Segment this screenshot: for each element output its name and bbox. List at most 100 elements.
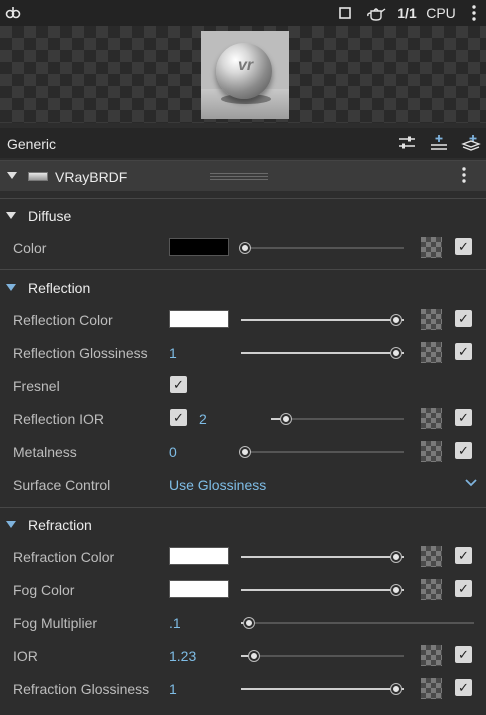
- stop-icon[interactable]: [337, 3, 353, 23]
- material-layer-row[interactable]: VRayBRDF: [0, 160, 486, 191]
- reflection-ior-checkbox[interactable]: ✓: [170, 409, 187, 426]
- param-label: Refraction Color: [13, 549, 115, 565]
- material-preview-thumbnail[interactable]: vr: [201, 31, 289, 119]
- section-label: Refraction: [28, 517, 92, 533]
- section-refraction[interactable]: Refraction: [0, 510, 486, 540]
- slider-knob[interactable]: [391, 552, 401, 562]
- section-label: Diffuse: [28, 208, 72, 224]
- slider-knob[interactable]: [281, 414, 291, 424]
- generic-title: Generic: [7, 136, 57, 152]
- param-label: Color: [13, 240, 47, 256]
- add-layer-icon[interactable]: [429, 134, 449, 152]
- enable-checkbox[interactable]: ✓: [455, 646, 472, 663]
- add-stack-icon[interactable]: [461, 134, 481, 152]
- refraction-glossiness-value[interactable]: 1: [169, 681, 177, 697]
- section-reflection[interactable]: Reflection: [0, 273, 486, 303]
- reflection-glossiness-value[interactable]: 1: [169, 345, 177, 361]
- reflection-color-slider[interactable]: [241, 315, 404, 325]
- vertical-dots-icon[interactable]: [458, 166, 470, 188]
- enable-checkbox[interactable]: ✓: [455, 679, 472, 696]
- ior-value[interactable]: 1.23: [169, 648, 196, 664]
- reflection-ior-row: Reflection IOR ✓ 2 ✓: [0, 404, 486, 434]
- ior-row: IOR 1.23 ✓: [0, 641, 486, 671]
- metalness-value[interactable]: 0: [169, 444, 177, 460]
- refraction-color-slider[interactable]: [241, 552, 404, 562]
- collapse-arrow-icon[interactable]: [7, 172, 17, 179]
- param-label: Reflection Color: [13, 312, 113, 328]
- texture-slot-icon[interactable]: [421, 342, 442, 363]
- slider-knob[interactable]: [391, 315, 401, 325]
- refraction-glossiness-row: Refraction Glossiness 1 ✓: [0, 674, 486, 704]
- param-label: Metalness: [13, 444, 77, 460]
- enable-checkbox[interactable]: ✓: [455, 547, 472, 564]
- material-preview-area: vr: [0, 26, 486, 123]
- chevron-down-icon[interactable]: [462, 475, 480, 493]
- metalness-row: Metalness 0 ✓: [0, 437, 486, 467]
- material-name: VRayBRDF: [55, 169, 128, 185]
- enable-checkbox[interactable]: ✓: [455, 442, 472, 459]
- slider-knob[interactable]: [240, 447, 250, 457]
- reflection-glossiness-row: Reflection Glossiness 1 ✓: [0, 338, 486, 368]
- chevron-down-icon: [6, 212, 16, 219]
- fog-color-swatch[interactable]: [169, 580, 229, 598]
- device-label: CPU: [426, 5, 456, 21]
- refraction-color-row: Refraction Color ✓: [0, 542, 486, 572]
- fog-color-slider[interactable]: [241, 585, 404, 595]
- refraction-color-swatch[interactable]: [169, 547, 229, 565]
- vertical-dots-icon[interactable]: [468, 3, 480, 23]
- enable-checkbox[interactable]: ✓: [455, 310, 472, 327]
- generic-header: Generic: [0, 128, 486, 158]
- section-diffuse[interactable]: Diffuse: [0, 201, 486, 231]
- teapot-icon[interactable]: [365, 3, 387, 23]
- sliders-icon[interactable]: [397, 134, 417, 152]
- param-label: Fog Color: [13, 582, 75, 598]
- param-label: Reflection IOR: [13, 411, 105, 427]
- diffuse-color-slider[interactable]: [240, 243, 404, 253]
- chevron-down-icon: [6, 284, 16, 291]
- reflection-glossiness-slider[interactable]: [241, 348, 404, 358]
- texture-slot-icon[interactable]: [421, 441, 442, 462]
- slider-knob[interactable]: [391, 348, 401, 358]
- fog-multiplier-value[interactable]: .1: [169, 615, 181, 631]
- enable-checkbox[interactable]: ✓: [455, 580, 472, 597]
- reflection-ior-value[interactable]: 2: [199, 411, 207, 427]
- texture-slot-icon[interactable]: [421, 237, 442, 258]
- texture-slot-icon[interactable]: [421, 645, 442, 666]
- fog-color-row: Fog Color ✓: [0, 575, 486, 605]
- divider: [0, 269, 486, 270]
- enable-checkbox[interactable]: ✓: [455, 238, 472, 255]
- refraction-glossiness-slider[interactable]: [241, 684, 404, 694]
- slider-knob[interactable]: [391, 684, 401, 694]
- slider-knob[interactable]: [249, 651, 259, 661]
- texture-slot-icon[interactable]: [421, 408, 442, 429]
- diffuse-color-row: Color ✓: [0, 233, 486, 263]
- texture-slot-icon[interactable]: [421, 309, 442, 330]
- enable-checkbox[interactable]: ✓: [455, 409, 472, 426]
- diffuse-color-swatch[interactable]: [169, 238, 229, 256]
- param-label: Fog Multiplier: [13, 615, 98, 631]
- render-ratio-button[interactable]: 1/1: [396, 3, 418, 23]
- fog-multiplier-slider[interactable]: [241, 618, 474, 628]
- slider-knob[interactable]: [391, 585, 401, 595]
- fog-multiplier-row: Fog Multiplier .1: [0, 608, 486, 638]
- metalness-slider[interactable]: [240, 447, 404, 457]
- slider-knob[interactable]: [244, 618, 254, 628]
- param-label: Fresnel: [13, 378, 60, 394]
- link-icon[interactable]: [4, 3, 22, 23]
- texture-slot-icon[interactable]: [421, 579, 442, 600]
- fresnel-checkbox[interactable]: ✓: [170, 376, 187, 393]
- drag-handle[interactable]: [210, 173, 268, 180]
- reflection-ior-slider[interactable]: [271, 414, 404, 424]
- reflection-color-swatch[interactable]: [169, 310, 229, 328]
- param-label: IOR: [13, 648, 38, 664]
- surface-control-dropdown[interactable]: Use Glossiness: [169, 477, 266, 493]
- device-select[interactable]: CPU: [424, 3, 458, 23]
- surface-control-row: Surface Control Use Glossiness: [0, 470, 486, 500]
- ior-slider[interactable]: [241, 651, 404, 661]
- texture-slot-icon[interactable]: [421, 546, 442, 567]
- divider: [0, 198, 486, 199]
- enable-checkbox[interactable]: ✓: [455, 343, 472, 360]
- texture-slot-icon[interactable]: [421, 678, 442, 699]
- param-label: Refraction Glossiness: [13, 681, 150, 697]
- slider-knob[interactable]: [240, 243, 250, 253]
